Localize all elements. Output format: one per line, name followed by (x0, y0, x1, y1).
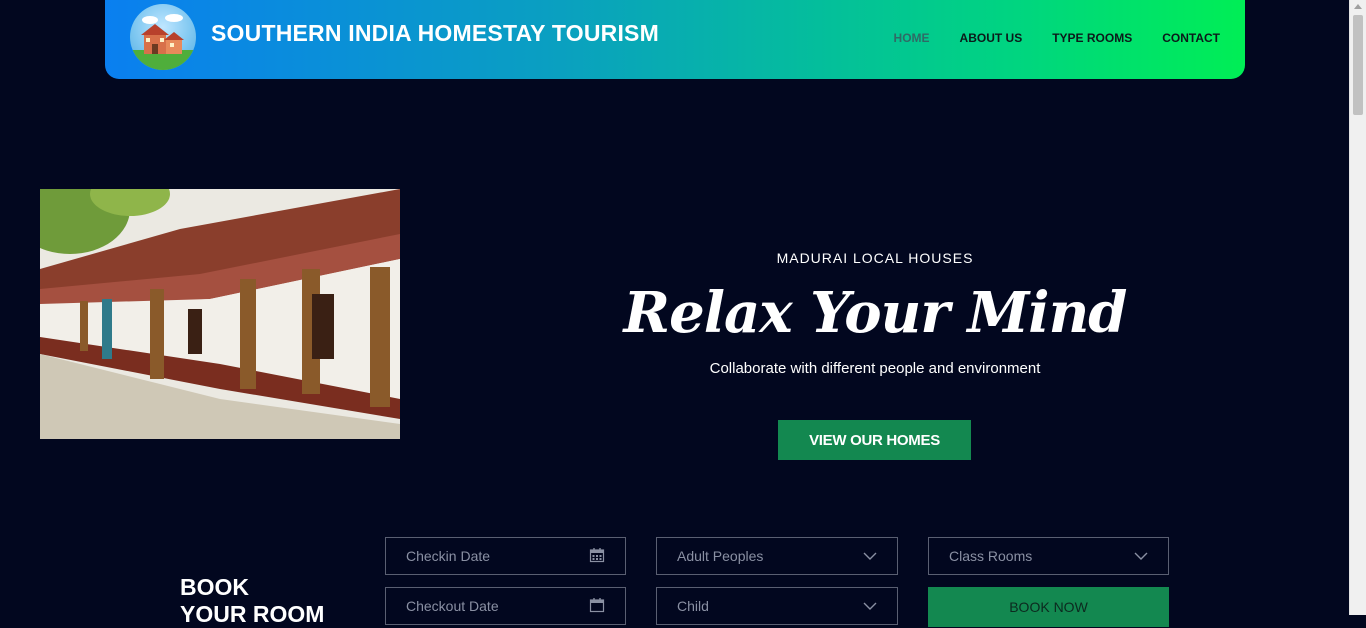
booking-title: BOOK YOUR ROOM (180, 574, 324, 628)
child-select[interactable]: Child (656, 587, 898, 625)
checkin-date-field[interactable]: Checkin Date (385, 537, 626, 575)
chevron-down-icon (863, 548, 877, 564)
hero-kicker: MADURAI LOCAL HOUSES (776, 250, 974, 266)
checkin-placeholder: Checkin Date (406, 548, 491, 564)
scrollbar-thumb[interactable] (1353, 15, 1363, 115)
checkout-date-field[interactable]: Checkout Date (385, 587, 626, 625)
chevron-down-icon (1134, 548, 1148, 564)
hero-subtitle: Collaborate with different people and en… (709, 360, 1041, 377)
view-homes-button[interactable]: VIEW OUR HOMES (778, 420, 971, 460)
book-now-button[interactable]: BOOK NOW (928, 587, 1169, 627)
calendar-icon (589, 547, 605, 566)
adults-placeholder: Adult Peoples (677, 548, 764, 564)
nav-home[interactable]: HOME (894, 31, 930, 45)
nav-type-rooms[interactable]: TYPE ROOMS (1052, 31, 1132, 45)
brand-title[interactable]: SOUTHERN INDIA HOMESTAY TOURISM (211, 20, 659, 47)
child-placeholder: Child (677, 598, 709, 614)
nav-contact[interactable]: CONTACT (1162, 31, 1220, 45)
house-logo-icon[interactable] (130, 4, 196, 70)
main-nav: HOME ABOUT US TYPE ROOMS CONTACT (894, 31, 1220, 45)
hero-image (40, 189, 400, 439)
calendar-icon (589, 597, 605, 616)
class-rooms-select[interactable]: Class Rooms (928, 537, 1169, 575)
booking-title-line1: BOOK (180, 574, 249, 600)
class-placeholder: Class Rooms (949, 548, 1033, 564)
checkout-placeholder: Checkout Date (406, 598, 499, 614)
hero-text-block: MADURAI LOCAL HOUSES Relax Your Mind Col… (575, 250, 1175, 377)
site-header: SOUTHERN INDIA HOMESTAY TOURISM HOME ABO… (105, 0, 1245, 79)
nav-about-us[interactable]: ABOUT US (960, 31, 1023, 45)
scroll-up-icon[interactable] (1354, 4, 1362, 9)
page-scrollbar[interactable] (1349, 0, 1366, 615)
chevron-down-icon (863, 598, 877, 614)
hero-headline: Relax Your Mind (623, 280, 1128, 346)
adult-peoples-select[interactable]: Adult Peoples (656, 537, 898, 575)
